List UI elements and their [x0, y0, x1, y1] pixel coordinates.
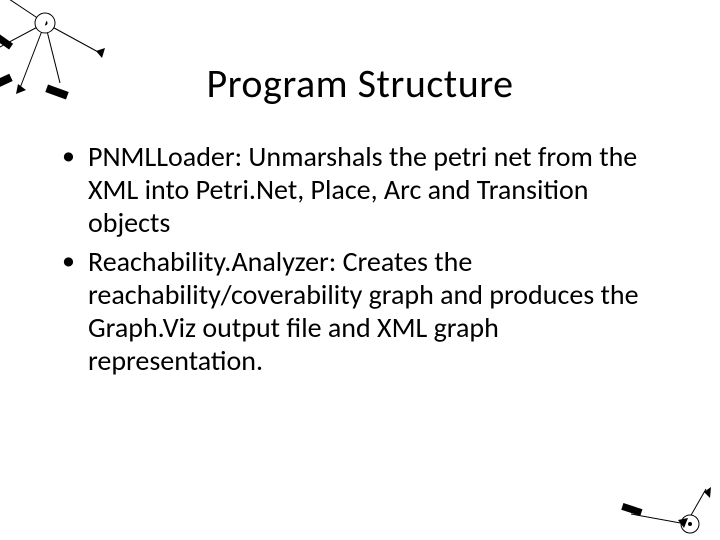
slide-body: PNMLLoader: Unmarshals the petri net fro… — [58, 140, 668, 383]
slide-title: Program Structure — [0, 59, 720, 108]
bullet-item: PNMLLoader: Unmarshals the petri net fro… — [58, 140, 668, 239]
slide: Program Structure PNMLLoader: Unmarshals… — [0, 0, 720, 540]
bullet-list: PNMLLoader: Unmarshals the petri net fro… — [58, 140, 668, 377]
bullet-item: Reachability.Analyzer: Creates the reach… — [58, 245, 668, 377]
petri-net-decoration-bottom-right — [616, 474, 716, 540]
